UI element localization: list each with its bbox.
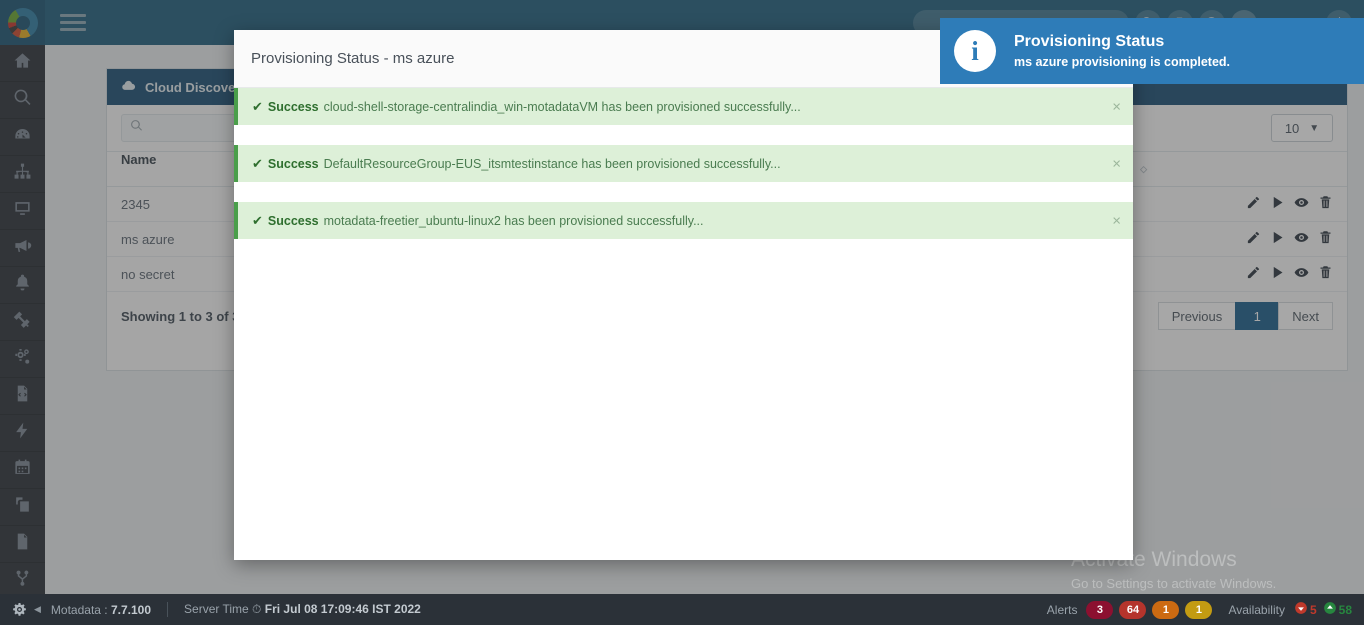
info-icon: i bbox=[954, 30, 996, 72]
toast-message: ms azure provisioning is completed. bbox=[1014, 55, 1231, 69]
product-version: Motadata : 7.7.100 bbox=[50, 602, 152, 617]
alert-badge[interactable]: 3 bbox=[1086, 600, 1114, 619]
availability-down-value: 5 bbox=[1309, 602, 1317, 617]
toast-text: Provisioning Status ms azure provisionin… bbox=[1014, 33, 1230, 69]
success-alert: ✔ Success DefaultResourceGroup-EUS_itsmtes… bbox=[234, 145, 1133, 182]
close-icon[interactable]: × bbox=[1112, 155, 1121, 172]
footer-status-group: Alerts 3 64 1 1 Availability 5 58 bbox=[1046, 600, 1364, 619]
check-icon: ✔ bbox=[252, 155, 263, 171]
gear-icon[interactable] bbox=[12, 602, 27, 617]
alert-badge[interactable]: 1 bbox=[1185, 600, 1213, 619]
close-icon[interactable]: × bbox=[1112, 212, 1121, 229]
application-root: User Login Cloud Discovery Profiles bbox=[0, 0, 1364, 625]
alerts-label: Alerts bbox=[1046, 602, 1078, 617]
modal-title: Provisioning Status - ms azure bbox=[251, 50, 455, 67]
check-icon: ✔ bbox=[252, 212, 263, 228]
alert-badge[interactable]: 64 bbox=[1119, 600, 1147, 619]
footer-divider bbox=[167, 602, 169, 617]
server-time: Server Time ⏱ Fri Jul 08 17:09:46 IST 20… bbox=[184, 602, 421, 616]
alert-message: cloud-shell-storage-centralindia_win-mot… bbox=[323, 99, 801, 114]
availability-label: Availability bbox=[1228, 602, 1285, 617]
status-bar: ◀ Motadata : 7.7.100 Server Time ⏱ Fri J… bbox=[0, 594, 1364, 625]
caret-left-icon[interactable]: ◀ bbox=[34, 604, 41, 615]
alert-message: motadata-freetier_ubuntu-linux2 has been… bbox=[323, 213, 704, 228]
alert-status: Success bbox=[267, 156, 319, 171]
availability-up[interactable]: 58 bbox=[1323, 601, 1352, 618]
modal-body: ✔ Success cloud-shell-storage-centralindia… bbox=[234, 88, 1133, 239]
clock-icon: ⏱ bbox=[252, 602, 262, 616]
close-icon[interactable]: × bbox=[1112, 98, 1121, 115]
availability-up-value: 58 bbox=[1338, 602, 1352, 617]
check-icon: ✔ bbox=[252, 98, 263, 114]
arrow-up-icon bbox=[1323, 601, 1337, 618]
provisioning-status-modal: Provisioning Status - ms azure ✔ Success c… bbox=[234, 30, 1133, 560]
arrow-down-icon bbox=[1294, 601, 1308, 618]
toast-notification[interactable]: i Provisioning Status ms azure provision… bbox=[940, 18, 1364, 84]
success-alert: ✔ Success motadata-freetier_ubuntu-linux2 … bbox=[234, 202, 1133, 239]
success-alert: ✔ Success cloud-shell-storage-centralindia… bbox=[234, 88, 1133, 125]
alert-status: Success bbox=[267, 213, 319, 228]
alert-badges: 3 64 1 1 bbox=[1086, 600, 1213, 619]
alert-status: Success bbox=[267, 99, 319, 114]
availability-down[interactable]: 5 bbox=[1294, 601, 1317, 618]
toast-title: Provisioning Status bbox=[1014, 33, 1165, 50]
alert-badge[interactable]: 1 bbox=[1152, 600, 1180, 619]
alert-message: DefaultResourceGroup-EUS_itsmtestinstanc… bbox=[323, 156, 781, 171]
